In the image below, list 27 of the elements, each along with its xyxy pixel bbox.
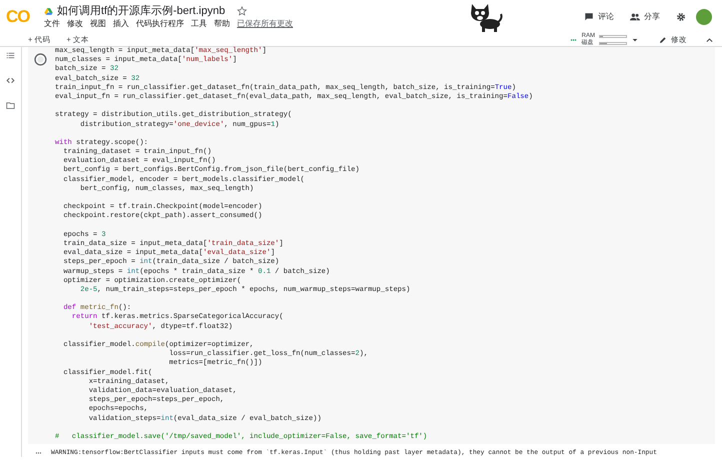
avatar[interactable] [696, 9, 712, 25]
action-button-label[interactable]: 分享 [644, 11, 660, 23]
menu-item[interactable]: 修改 [67, 18, 83, 30]
chevron-up-icon[interactable] [705, 36, 714, 44]
menu-item[interactable]: 视图 [90, 18, 106, 30]
people-icon [630, 12, 640, 22]
output-menu-icon[interactable] [34, 450, 43, 456]
menu-item[interactable]: 代码执行程序 [136, 18, 184, 30]
save-status-link[interactable]: 已保存所有更改 [237, 18, 293, 30]
code-icon[interactable] [6, 76, 15, 85]
caret-icon[interactable] [631, 36, 639, 44]
folder-icon[interactable] [6, 101, 15, 110]
menu-item[interactable]: 工具 [191, 18, 207, 30]
menu-item[interactable]: 文件 [44, 18, 60, 30]
logo: CO [6, 6, 31, 28]
settings-icon[interactable] [676, 12, 686, 22]
run-button-icon[interactable] [34, 53, 47, 66]
drive-icon [44, 6, 53, 16]
menu-item[interactable]: 插入 [113, 18, 129, 30]
notebook-title[interactable]: 如何调用tf的开源库示例-bert.ipynb [57, 4, 226, 18]
pencil-icon [659, 36, 667, 44]
check-dots-icon [568, 37, 578, 43]
list-icon[interactable] [6, 51, 15, 60]
star-icon[interactable] [237, 6, 248, 16]
menu-item[interactable]: 帮助 [214, 18, 230, 30]
comment-icon [584, 12, 594, 22]
action-button-label[interactable]: 评论 [598, 11, 614, 23]
